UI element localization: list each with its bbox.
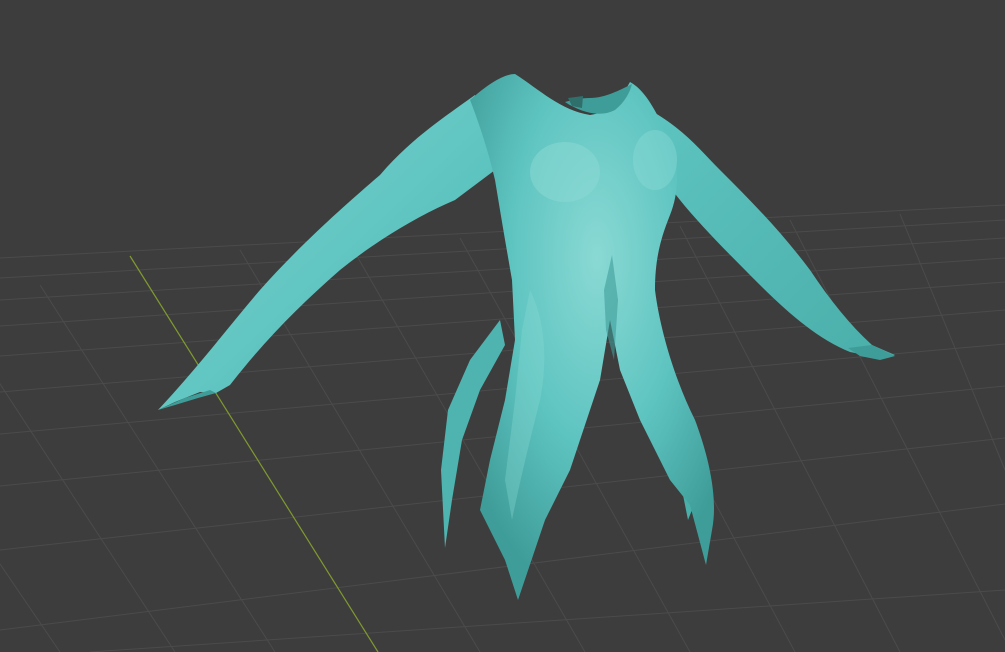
bust-right-highlight [633, 130, 677, 190]
grid-line [899, 213, 1005, 471]
neckline-back-band [568, 96, 583, 108]
grid-line [0, 563, 61, 652]
viewport-canvas[interactable] [0, 0, 1005, 652]
grid-line [0, 257, 1005, 327]
right-sleeve [650, 110, 895, 358]
garment-mesh[interactable] [158, 74, 895, 600]
grid-line [0, 383, 176, 652]
bust-left-highlight [530, 142, 600, 202]
3d-viewport[interactable] [0, 0, 1005, 652]
grid-line [89, 589, 1005, 652]
grid-line [789, 219, 1005, 641]
